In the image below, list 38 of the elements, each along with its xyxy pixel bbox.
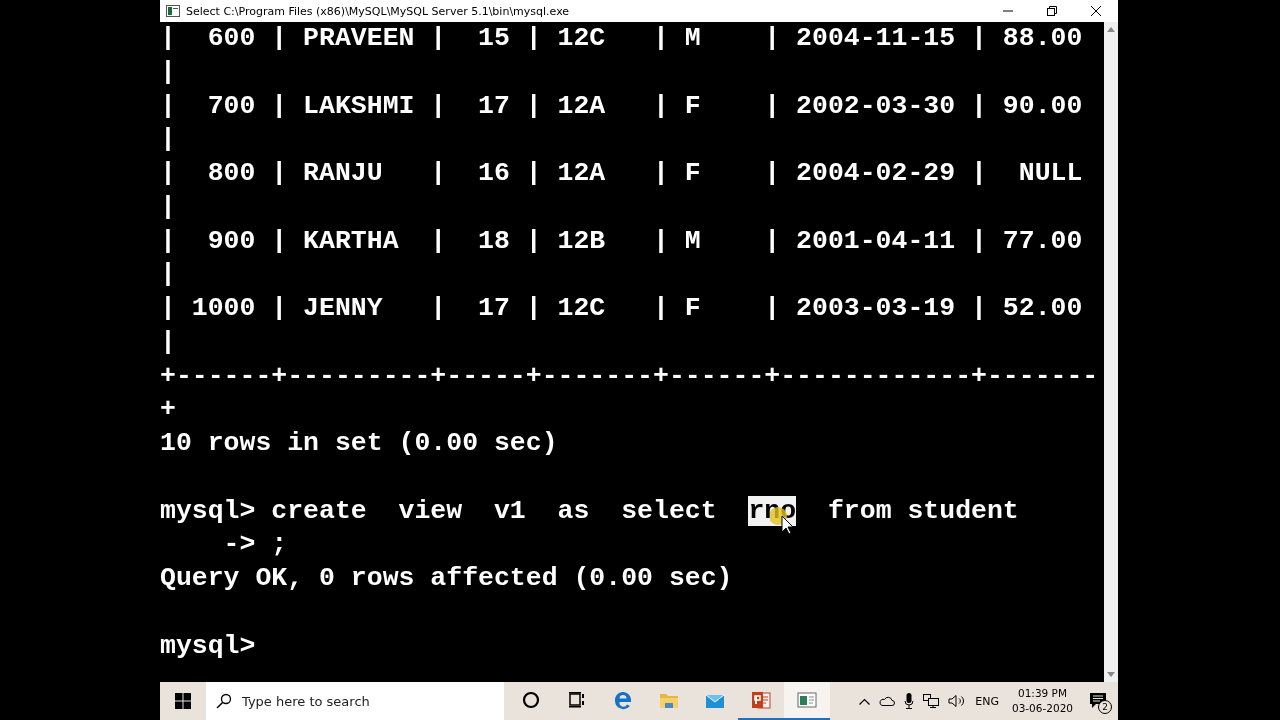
console-text: + — [160, 394, 176, 425]
console-text: | — [160, 56, 176, 87]
notification-button[interactable]: 2 — [1086, 686, 1112, 716]
restore-icon — [1047, 6, 1057, 16]
console-text: Query OK, 0 rows affected (0.00 sec) — [160, 563, 733, 593]
scroll-up-icon[interactable] — [1107, 26, 1115, 32]
console-text: | 700 | LAKSHMI | 17 | 12A | F | 2002-03-30 | 90.00 — [160, 90, 1083, 121]
notification-badge: 2 — [1098, 700, 1112, 714]
language-indicator[interactable]: ENG — [975, 694, 999, 708]
console-text: from student — [826, 495, 1019, 526]
console-text: -> ; — [222, 529, 288, 560]
console-text: | 800 | RANJU | 16 | 12A | F | 2004-02-29 | NULL — [160, 158, 1083, 188]
chevron-up-icon[interactable] — [859, 697, 871, 705]
console-text: +------+---------+-----+-------+------+------------+------- — [160, 360, 1099, 391]
cloud-icon[interactable] — [879, 696, 896, 706]
console-text: 10 rows in set (0.00 sec) — [160, 428, 558, 458]
scrollbar[interactable] — [1104, 22, 1118, 682]
window-title: Select C:\Program Files (x86)\MySQL\MySQL Server 5.1\bin\mysql.exe — [186, 4, 570, 18]
console-text: | — [160, 259, 176, 290]
search-box[interactable]: Type here to search — [206, 682, 504, 720]
console-text: mysql> — [160, 630, 256, 661]
console-text: | — [160, 326, 176, 357]
clock[interactable]: 01:39 PM 03-06-2020 — [1011, 686, 1073, 716]
scroll-down-icon[interactable] — [1107, 672, 1115, 678]
console-text: | — [160, 124, 176, 155]
windows-logo-icon — [175, 693, 191, 709]
console-text: mysql> create view v1 as select — [160, 495, 718, 526]
console-text: | 600 | PRAVEEN | 15 | 12C | M | 2004-11-15 | 88.00 — [160, 23, 1083, 53]
close-icon — [1091, 6, 1101, 16]
console-icon — [166, 5, 180, 17]
speaker-icon[interactable] — [948, 694, 967, 708]
console-text: | 900 | KARTHA | 18 | 12B | M | 2001-04-11 | 77.00 — [160, 225, 1083, 256]
network-icon[interactable] — [923, 694, 940, 708]
console-text: | 1000 | JENNY | 17 | 12C | F | 2003-03-19 | 52.00 — [160, 293, 1083, 323]
microphone-icon[interactable] — [904, 693, 915, 709]
search-field[interactable]: Type here to search — [240, 692, 484, 710]
console-text: | — [160, 191, 176, 222]
search-icon — [216, 693, 232, 709]
